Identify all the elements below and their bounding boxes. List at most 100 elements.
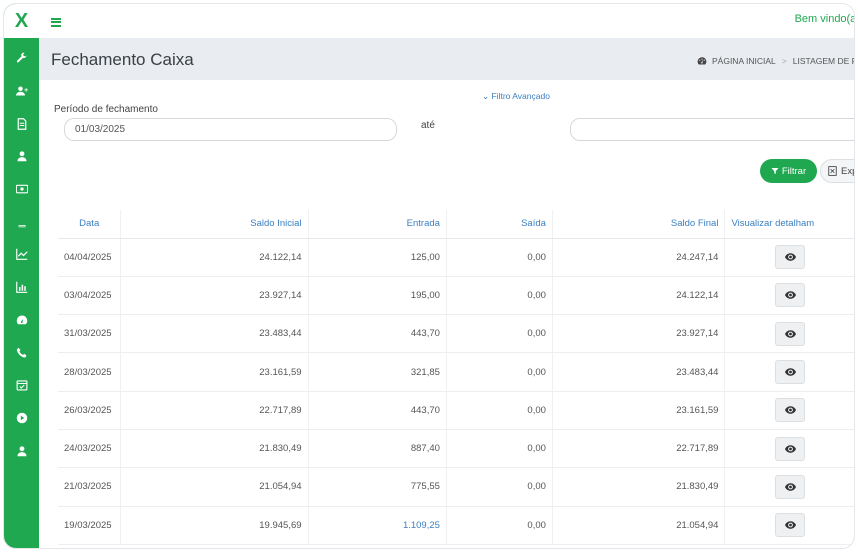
cell-saida: 0,00 [445, 467, 553, 507]
sidebar-item-7[interactable] [4, 271, 39, 304]
cell-saldo-inicial: 22.717,89 [120, 391, 309, 430]
eye-icon [784, 483, 796, 491]
cell-actions [724, 352, 854, 392]
phone-icon [16, 347, 26, 358]
cell-data: 28/03/2025 [58, 352, 121, 392]
sidebar-item-12[interactable] [4, 434, 39, 467]
table-row: 24/03/2025 21.830,49 887,40 0,00 22.717,89 [58, 429, 854, 469]
sidebar-item-8[interactable] [4, 304, 39, 337]
eye-icon [784, 521, 796, 529]
column-header-entrada[interactable]: Entrada [307, 210, 447, 239]
wrench-icon [16, 52, 27, 63]
filter-button-label: Filtrar [781, 165, 807, 177]
column-header-data[interactable]: Data [58, 210, 121, 239]
eye-icon [784, 444, 796, 453]
column-header-saldo-final[interactable]: Saldo Final [551, 210, 725, 239]
cell-saldo-inicial: 24.122,14 [120, 238, 309, 277]
sidebar-item-11[interactable] [4, 402, 39, 435]
user-plus-icon [15, 86, 28, 96]
cell-data: 03/04/2025 [58, 276, 121, 316]
cell-entrada: 775,55 [307, 467, 447, 507]
view-details-button[interactable] [775, 360, 806, 385]
table-row: 03/04/2025 23.927,14 195,00 0,00 24.122,14 [58, 276, 854, 316]
filter-button[interactable]: Filtrar [760, 159, 817, 183]
table-row: 26/03/2025 22.717,89 443,70 0,00 23.161,59 [58, 391, 854, 430]
view-details-button[interactable] [775, 398, 806, 423]
cell-entrada: 195,00 [307, 276, 447, 316]
advanced-filter-link[interactable]: ⌄ Filtro Avançado [482, 91, 550, 102]
export-button[interactable]: Exp [820, 159, 854, 183]
cell-saldo-final: 22.717,89 [551, 429, 725, 469]
sidebar-item-10[interactable] [4, 369, 39, 402]
document-icon [17, 117, 26, 130]
dashboard-icon [16, 315, 27, 325]
breadcrumb-home[interactable]: PÁGINA INICIAL [712, 56, 776, 66]
welcome-text[interactable]: Bem vindo(a) [795, 13, 854, 25]
table-row: 19/03/2025 19.945,69 1.109,25 0,00 21.054,94 [58, 506, 854, 545]
date-from-input[interactable] [64, 118, 397, 141]
column-header-saldo-inicial[interactable]: Saldo Inicial [120, 210, 309, 239]
table-row: 28/03/2025 23.161,59 321,85 0,00 23.483,44 [58, 352, 854, 392]
eye-icon [784, 406, 796, 415]
app-logo[interactable]: X [4, 4, 39, 38]
period-label: Período de fechamento [54, 104, 158, 115]
sidebar-item-1[interactable] [4, 75, 39, 108]
sidebar-menu [4, 42, 39, 467]
cell-data: 26/03/2025 [58, 391, 121, 430]
date-to-input[interactable] [570, 118, 854, 141]
cell-saldo-inicial: 19.945,69 [120, 506, 309, 545]
funnel-icon [771, 168, 779, 174]
hamburger-menu-icon[interactable] [51, 16, 61, 27]
cell-saldo-inicial: 23.161,59 [120, 352, 309, 392]
table-row: 31/03/2025 23.483,44 443,70 0,00 23.927,14 [58, 314, 854, 354]
cell-saldo-inicial: 23.927,14 [120, 276, 309, 316]
sidebar-item-5[interactable] [4, 205, 39, 238]
view-details-button[interactable] [775, 245, 806, 270]
sidebar-item-3[interactable] [4, 140, 39, 173]
sidebar-item-0[interactable] [4, 42, 39, 75]
sidebar-item-6[interactable] [4, 238, 39, 271]
cell-actions [724, 429, 854, 469]
cell-saldo-inicial: 21.830,49 [120, 429, 309, 469]
cell-saida: 0,00 [445, 429, 553, 469]
cell-actions [724, 276, 854, 316]
export-button-label: Exp [841, 165, 854, 177]
cell-entrada: 1.109,25 [307, 506, 447, 545]
table-body: 04/04/2025 24.122,14 125,00 0,00 24.247,14 03… [58, 238, 854, 545]
eye-icon [784, 291, 796, 300]
app-window: X Bem vindo(a) Fechamento Caixa PÁGINA I… [4, 4, 854, 548]
cell-saldo-final: 24.122,14 [551, 276, 725, 316]
page-header: Fechamento Caixa PÁGINA INICIAL > LISTAG… [39, 38, 854, 80]
table-header-row: Data Saldo Inicial Entrada Saída Saldo F… [58, 210, 854, 239]
breadcrumb: PÁGINA INICIAL > LISTAGEM DE FECH [697, 56, 854, 66]
cell-saida: 0,00 [445, 276, 553, 316]
cell-entrada: 125,00 [307, 238, 447, 277]
cell-entrada: 887,40 [307, 429, 447, 469]
view-details-button[interactable] [775, 513, 806, 538]
sidebar-item-2[interactable] [4, 107, 39, 140]
money-icon [15, 184, 28, 194]
cell-actions [724, 506, 854, 545]
cell-data: 31/03/2025 [58, 314, 121, 354]
column-header-saida[interactable]: Saída [445, 210, 553, 239]
cell-data: 24/03/2025 [58, 429, 121, 469]
view-details-button[interactable] [775, 283, 806, 308]
cell-saldo-final: 21.830,49 [551, 467, 725, 507]
eye-icon [784, 253, 796, 261]
sidebar-item-9[interactable] [4, 336, 39, 369]
cell-actions [724, 314, 854, 354]
cell-data: 19/03/2025 [58, 506, 121, 545]
view-details-button[interactable] [775, 474, 806, 499]
sidebar-item-4[interactable] [4, 173, 39, 206]
column-header-visualizar: Visualizar detalham [724, 210, 854, 239]
page-title: Fechamento Caixa [51, 50, 194, 69]
cell-saldo-inicial: 23.483,44 [120, 314, 309, 354]
view-details-button[interactable] [775, 321, 806, 346]
view-details-button[interactable] [775, 436, 806, 461]
dashboard-icon [697, 57, 707, 65]
excel-file-icon [828, 166, 837, 176]
cell-data: 04/04/2025 [58, 238, 121, 277]
cell-saida: 0,00 [445, 314, 553, 354]
cell-saida: 0,00 [445, 391, 553, 430]
cell-actions [724, 467, 854, 507]
